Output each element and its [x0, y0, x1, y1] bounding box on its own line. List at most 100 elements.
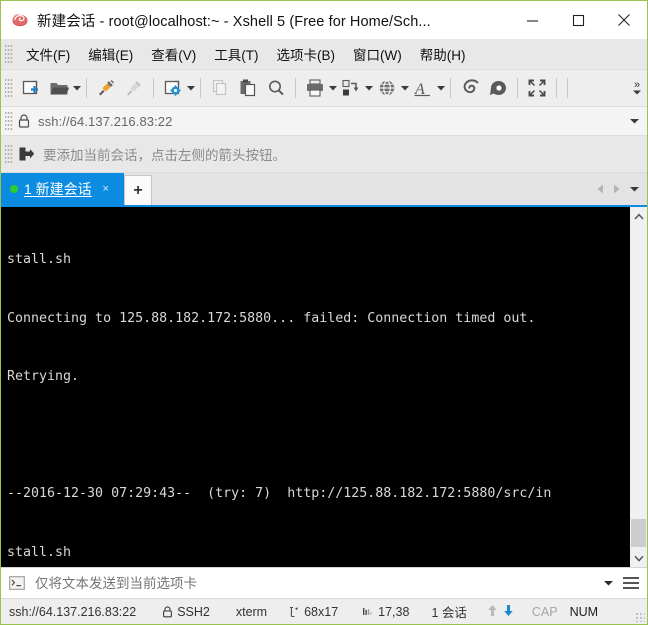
status-security-label: SSH2: [177, 604, 210, 619]
status-position-label: 17,38: [378, 604, 410, 619]
menu-view[interactable]: 查看(V): [142, 41, 205, 67]
toolbar-overflow-label: »: [633, 79, 641, 91]
scrollbar-thumb[interactable]: [631, 519, 646, 547]
address-dropdown-button[interactable]: [630, 107, 639, 135]
scroll-up-button[interactable]: [630, 207, 647, 225]
print-icon: [307, 79, 323, 97]
menu-file[interactable]: 文件(F): [17, 41, 79, 67]
menu-bar: 文件(F) 编辑(E) 查看(V) 工具(T) 选项卡(B) 窗口(W) 帮助(…: [1, 39, 647, 70]
globe-button[interactable]: [373, 73, 401, 103]
open-session-button[interactable]: [45, 73, 73, 103]
toolbar-drag-grip[interactable]: [5, 78, 13, 98]
tab-prev-button[interactable]: [593, 181, 607, 197]
status-transfer-indicators: [487, 604, 514, 620]
toolbar-separator: [86, 78, 87, 98]
close-button[interactable]: [601, 1, 647, 39]
tab-label: 1 新建会话: [24, 181, 92, 197]
tab-close-icon[interactable]: ×: [100, 183, 112, 195]
file-transfer-button[interactable]: [337, 73, 365, 103]
highlight-button[interactable]: [484, 73, 512, 103]
open-folder-icon: [50, 83, 70, 95]
xshell-window: 新建会话 - root@localhost:~ - Xshell 5 (Free…: [0, 0, 648, 625]
tab-session-1[interactable]: 1 新建会话 ×: [1, 173, 124, 205]
paste-button[interactable]: [234, 73, 262, 103]
find-button[interactable]: [262, 73, 290, 103]
menu-tools[interactable]: 工具(T): [205, 41, 267, 67]
new-tab-button[interactable]: +: [124, 175, 152, 205]
session-properties-dropdown[interactable]: [186, 73, 195, 103]
globe-icon: [379, 80, 395, 96]
arrow-up-icon: [487, 604, 498, 620]
window-title: 新建会话 - root@localhost:~ - Xshell 5 (Free…: [37, 13, 431, 30]
send-options-button[interactable]: [623, 568, 639, 598]
send-text-bar[interactable]: [1, 567, 647, 598]
chevron-down-icon: [604, 581, 613, 586]
chevron-down-icon: [630, 119, 639, 124]
address-bar-grip[interactable]: [5, 111, 13, 131]
menu-tabs[interactable]: 选项卡(B): [268, 41, 345, 67]
compose-icon: [463, 79, 479, 94]
notice-bar: 要添加当前会话，点击左侧的箭头按钮。: [1, 136, 647, 173]
scroll-down-button[interactable]: [630, 549, 647, 567]
session-properties-icon: [164, 80, 181, 96]
chevron-left-icon: [597, 184, 603, 194]
toolbar-separator: [153, 78, 154, 98]
connect-button[interactable]: [92, 73, 120, 103]
print-button[interactable]: [301, 73, 329, 103]
toolbar-separator: [517, 78, 518, 98]
copy-icon: [212, 79, 227, 96]
open-session-dropdown[interactable]: [72, 73, 81, 103]
app-icon: [11, 11, 29, 29]
disconnect-plug-icon: [127, 81, 141, 96]
address-input[interactable]: ssh://64.137.216.83:22: [38, 114, 172, 129]
globe-dropdown[interactable]: [400, 73, 409, 103]
send-target-dropdown[interactable]: [604, 568, 613, 598]
menu-window[interactable]: 窗口(W): [344, 41, 411, 67]
highlight-icon: [490, 81, 506, 95]
scrollbar-track[interactable]: [630, 225, 647, 549]
maximize-button[interactable]: [555, 1, 601, 39]
chevron-right-icon: [614, 184, 620, 194]
connect-plug-icon: [99, 79, 115, 96]
notice-bar-grip[interactable]: [5, 144, 13, 164]
font-button[interactable]: A: [409, 73, 437, 103]
tab-list-button[interactable]: [627, 181, 641, 197]
toolbar-overflow-button[interactable]: »: [629, 72, 645, 104]
terminal-line: Connecting to 125.88.182.172:5880... fai…: [7, 310, 536, 326]
minimize-button[interactable]: [509, 1, 555, 39]
session-properties-button[interactable]: [159, 73, 187, 103]
terminal-output[interactable]: stall.sh Connecting to 125.88.182.172:58…: [1, 207, 629, 567]
fullscreen-button[interactable]: [523, 73, 551, 103]
compose-bar-button[interactable]: [456, 73, 484, 103]
file-transfer-icon: [342, 79, 359, 96]
font-dropdown[interactable]: [436, 73, 445, 103]
terminal-line: stall.sh: [7, 544, 72, 560]
lock-icon: [18, 114, 30, 128]
address-bar[interactable]: ssh://64.137.216.83:22: [1, 107, 647, 136]
menu-help[interactable]: 帮助(H): [411, 41, 475, 67]
title-bar: 新建会话 - root@localhost:~ - Xshell 5 (Free…: [1, 1, 647, 39]
new-session-button[interactable]: [17, 73, 45, 103]
status-cursor-position: 17,38: [362, 605, 409, 619]
chevron-down-icon: [629, 187, 639, 192]
add-session-arrow-icon[interactable]: [17, 145, 35, 163]
toolbar-separator: [556, 78, 557, 98]
disconnect-button[interactable]: [120, 73, 148, 103]
terminal-scrollbar[interactable]: [629, 207, 647, 567]
file-transfer-dropdown[interactable]: [364, 73, 373, 103]
tab-bar: 1 新建会话 × +: [1, 173, 647, 205]
copy-button[interactable]: [206, 73, 234, 103]
menu-edit[interactable]: 编辑(E): [79, 41, 142, 67]
tab-nav-controls: [593, 173, 641, 205]
resize-grip[interactable]: [635, 612, 645, 622]
tab-next-button[interactable]: [610, 181, 624, 197]
send-text-input[interactable]: [33, 574, 557, 592]
terminal-line: --2016-12-30 07:29:43-- (try: 7) http://…: [7, 486, 552, 501]
status-size-label: 68x17: [304, 604, 339, 619]
menu-drag-grip[interactable]: [5, 44, 13, 64]
status-size: 68x17: [289, 605, 338, 619]
print-dropdown[interactable]: [328, 73, 337, 103]
status-session-count: 1 会话: [431, 606, 467, 620]
paste-icon: [240, 79, 256, 97]
terminal-line: Retrying.: [7, 369, 80, 384]
